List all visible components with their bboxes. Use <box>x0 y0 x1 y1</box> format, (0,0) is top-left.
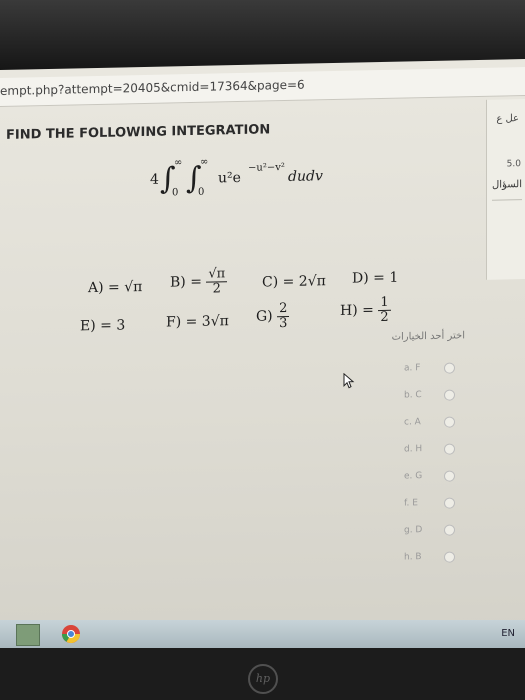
question-mark: 5.0 <box>506 159 521 170</box>
option-b-denominator: 2 <box>212 281 221 297</box>
option-h-label: H) = <box>340 302 374 320</box>
choice-label-c: c. A <box>404 417 421 428</box>
option-g-numerator: 2 <box>277 300 290 317</box>
address-bar[interactable]: empt.php?attempt=20405&cmid=17364&page=6 <box>0 67 525 107</box>
language-indicator[interactable]: EN <box>501 628 515 639</box>
url-text: empt.php?attempt=20405&cmid=17364&page=6 <box>0 77 305 98</box>
choice-label-h: h. B <box>404 552 422 563</box>
option-g-denominator: 3 <box>279 315 288 331</box>
upper-limit-2: ∞ <box>200 156 209 168</box>
choice-radio-f[interactable] <box>444 497 455 509</box>
choice-radio-e[interactable] <box>444 470 455 482</box>
choice-label-g: g. D <box>404 525 423 536</box>
option-h-denominator: 2 <box>380 309 389 325</box>
exponent: −u²−v² <box>248 162 285 174</box>
flag-question-link[interactable]: السؤال <box>492 179 522 191</box>
lower-limit-1: 0 <box>172 187 179 199</box>
option-d: D) = 1 <box>352 269 399 287</box>
integrand: u²e <box>218 169 241 187</box>
choice-radio-d[interactable] <box>444 443 455 455</box>
choice-label-b: b. C <box>404 390 422 401</box>
taskbar: EN <box>0 620 525 648</box>
hp-logo: hp <box>248 664 278 694</box>
lower-limit-2: 0 <box>198 186 205 198</box>
screen: empt.php?attempt=20405&cmid=17364&page=6… <box>0 59 525 646</box>
option-b-label: B) = <box>170 273 202 291</box>
choice-radio-b[interactable] <box>444 389 455 401</box>
option-g-label: G) <box>256 308 273 325</box>
choice-label-d: d. H <box>404 444 423 455</box>
differential: dudv <box>288 168 323 185</box>
choice-label-e: e. G <box>404 471 423 482</box>
option-g: G) 23 <box>256 300 290 331</box>
choose-one-label: اختر أحد الخيارات <box>391 330 465 343</box>
option-f: F) = 3√π <box>166 313 229 331</box>
monitor-bezel-top <box>0 0 525 70</box>
choice-radio-c[interactable] <box>444 416 455 428</box>
choice-radio-a[interactable] <box>444 362 455 374</box>
choice-label-f: f. E <box>404 498 418 509</box>
upper-limit-1: ∞ <box>174 157 183 169</box>
option-h-numerator: 1 <box>378 294 391 311</box>
option-e: E) = 3 <box>80 317 126 335</box>
chrome-icon[interactable] <box>56 623 86 645</box>
option-b: B) = √π 2 <box>170 266 228 297</box>
taskbar-app-icon[interactable] <box>16 624 40 646</box>
option-a: A) = √π <box>88 279 143 297</box>
question-status: عل ع <box>496 113 519 125</box>
choice-radio-g[interactable] <box>444 524 455 536</box>
option-h: H) = 12 <box>340 294 391 325</box>
option-c: C) = 2√π <box>262 273 326 291</box>
mouse-cursor-icon <box>343 372 355 389</box>
choice-label-a: a. F <box>404 363 421 374</box>
choice-radio-h[interactable] <box>444 551 455 563</box>
question-title: FIND THE FOLLOWING INTEGRATION <box>6 122 271 143</box>
coefficient: 4 <box>150 171 159 188</box>
option-b-numerator: √π <box>206 266 228 283</box>
